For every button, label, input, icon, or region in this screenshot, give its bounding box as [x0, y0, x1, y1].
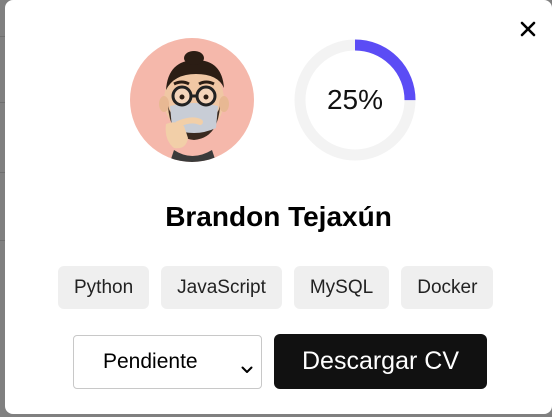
status-select-value: Pendiente [103, 350, 198, 373]
download-cv-button[interactable]: Descargar CV [274, 334, 487, 389]
memoji-thinking-avatar-icon [159, 51, 229, 162]
close-icon [520, 21, 536, 37]
avatar [130, 38, 254, 162]
skill-tag: Python [58, 266, 150, 309]
skill-tag: Docker [401, 266, 494, 309]
status-select[interactable]: Pendiente [73, 335, 262, 389]
chevron-down-icon [241, 357, 253, 381]
close-button[interactable] [519, 20, 537, 38]
skill-tags: Python JavaScript MySQL Docker [58, 266, 494, 309]
skill-tag: JavaScript [161, 266, 282, 309]
profile-name: Brandon Tejaxún [165, 201, 392, 232]
progress-label: 25% [326, 84, 384, 115]
progress-ring: 25% [292, 37, 418, 163]
skill-tag: MySQL [293, 266, 390, 309]
profile-modal: 25% Brandon Tejaxún Python JavaScript My… [5, 0, 552, 414]
